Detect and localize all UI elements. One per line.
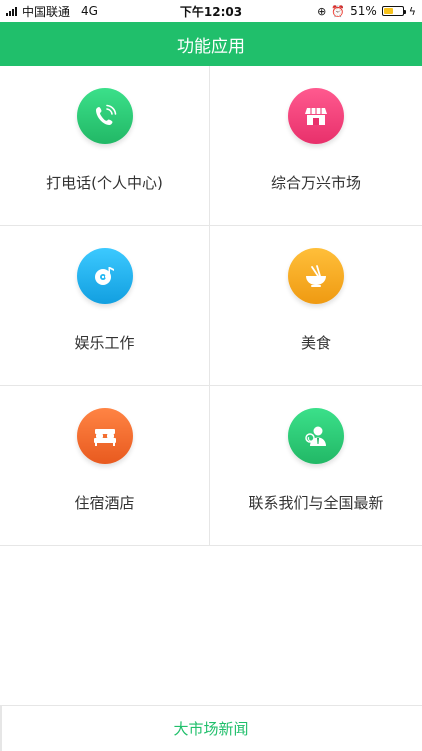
charging-icon: ϟ — [408, 4, 416, 18]
menu-item-hotel[interactable]: 住宿酒店 — [0, 386, 210, 546]
alarm-icon: ⏰ — [331, 4, 346, 18]
bed-icon — [76, 408, 133, 464]
menu-item-label: 娱乐工作 — [74, 334, 135, 352]
menu-item-entertainment[interactable]: 娱乐工作 — [0, 226, 210, 386]
status-right: ⊕ ⏰ 51% ϟ — [317, 4, 416, 18]
header-bar: 功能应用 — [0, 22, 422, 66]
battery-icon — [381, 6, 406, 16]
orientation-lock-icon: ⊕ — [317, 4, 327, 18]
menu-item-label: 打电话(个人中心) — [46, 174, 163, 192]
menu-item-label: 美食 — [300, 334, 331, 352]
tab-market-news[interactable]: 大市场新闻 — [173, 718, 248, 739]
phone-icon — [76, 88, 133, 144]
carrier-name: 中国联通 — [22, 4, 71, 19]
battery-level — [383, 8, 393, 14]
page-title: 功能应用 — [177, 36, 245, 57]
store-icon — [288, 88, 344, 144]
menu-item-label: 综合万兴市场 — [270, 174, 361, 192]
bottom-tab-bar: 大市场新闻 — [0, 705, 422, 751]
menu-item-food[interactable]: 美食 — [210, 226, 422, 386]
signal-icon — [6, 6, 17, 16]
network-type: 4G — [81, 4, 98, 18]
menu-item-label: 住宿酒店 — [74, 494, 135, 512]
battery-percent: 51% — [350, 4, 377, 18]
status-bar: 中国联通 4G 下午12:03 ⊕ ⏰ 51% ϟ — [0, 0, 422, 22]
menu-item-market[interactable]: 综合万兴市场 — [210, 66, 422, 226]
menu-item-phone[interactable]: 打电话(个人中心) — [0, 66, 210, 226]
menu-item-contact[interactable]: 联系我们与全国最新 — [210, 386, 422, 546]
divider — [0, 706, 2, 751]
contact-support-icon — [288, 408, 344, 464]
feature-grid: 打电话(个人中心) 综合万兴市场 娱乐工作 美食 住宿酒店 联系我们与全国最新 — [0, 66, 422, 546]
status-left: 中国联通 4G — [6, 3, 98, 20]
menu-item-label: 联系我们与全国最新 — [248, 494, 384, 512]
music-disc-icon — [76, 248, 133, 304]
bowl-icon — [288, 248, 344, 304]
